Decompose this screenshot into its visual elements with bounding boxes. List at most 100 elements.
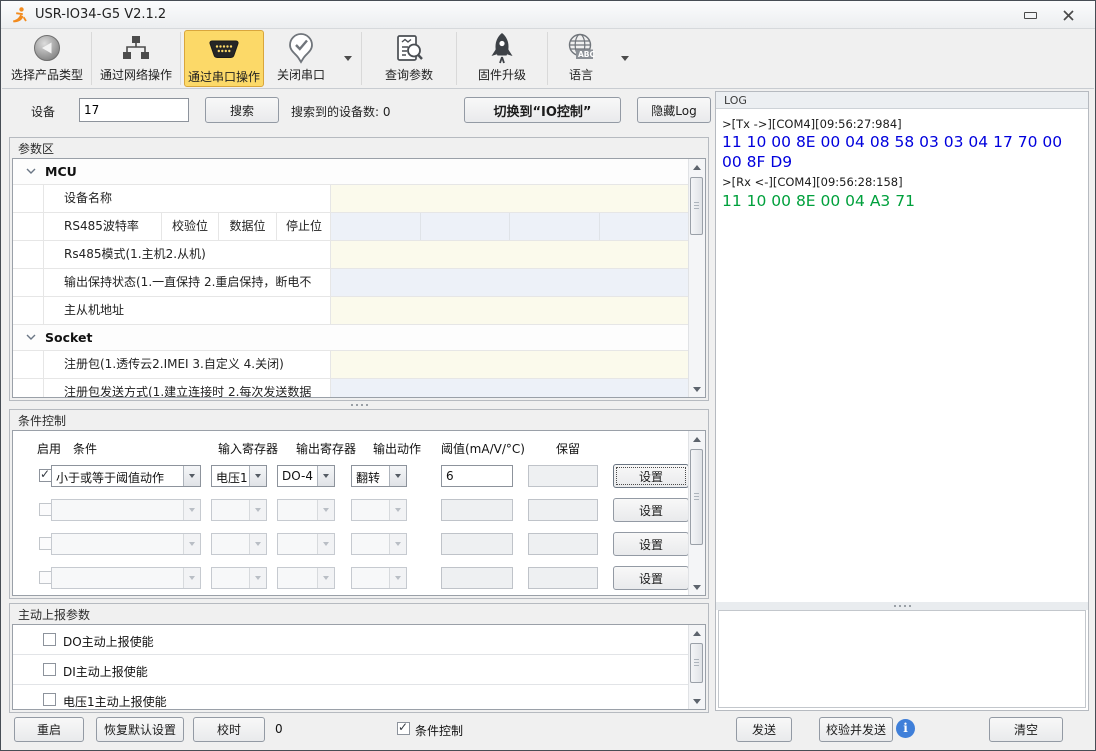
combo-value: 电压1 [216, 469, 248, 486]
condition-select[interactable] [51, 533, 201, 555]
back-icon [32, 32, 62, 64]
device-input[interactable] [79, 98, 189, 122]
threshold-input[interactable] [441, 533, 513, 555]
toolbar-button-query-params[interactable]: 查询参数 [363, 29, 455, 88]
condition-select[interactable] [51, 567, 201, 589]
output-action-select[interactable] [351, 533, 407, 555]
collapse-arrow-icon[interactable] [26, 334, 36, 341]
threshold-input[interactable] [441, 499, 513, 521]
param-value-cell[interactable] [331, 269, 688, 296]
toolbar-separator [456, 32, 457, 85]
set-button[interactable]: 设置 [613, 498, 689, 522]
toolbar-button-close-serial[interactable]: 关闭串口 [266, 29, 336, 88]
scrollbar-thumb[interactable] [690, 177, 703, 235]
chevron-down-icon[interactable] [344, 56, 352, 61]
param-value-cell[interactable] [331, 213, 420, 240]
param-value-cell[interactable] [331, 185, 688, 212]
close-button[interactable] [1055, 7, 1081, 23]
output-action-select[interactable]: 翻转 [351, 465, 407, 487]
threshold-input[interactable] [441, 567, 513, 589]
verify-send-button[interactable]: 校验并发送 [819, 717, 893, 742]
time-sync-button[interactable]: 校时 [193, 717, 265, 742]
restore-defaults-button[interactable]: 恢复默认设置 [96, 717, 184, 742]
toolbar-button-network-operate[interactable]: 通过网络操作 [93, 29, 179, 88]
param-row-values [330, 185, 688, 212]
param-value-cell[interactable] [331, 379, 688, 398]
toolbar-separator [180, 32, 181, 85]
horizontal-splitter[interactable] [9, 401, 709, 409]
switch-io-control-button[interactable]: 切换到“IO控制” [464, 97, 621, 123]
toolbar-button-firmware-upgrade[interactable]: 固件升级 [458, 29, 546, 88]
threshold-input[interactable]: 6 [441, 465, 513, 487]
param-section-header[interactable]: Socket [13, 325, 688, 351]
chevron-down-icon [389, 500, 406, 520]
condition-row: 设置 [13, 529, 688, 563]
chevron-down-icon[interactable] [621, 56, 629, 61]
param-section-header[interactable]: MCU [13, 159, 688, 185]
chevron-down-icon [317, 466, 334, 486]
param-value-cell[interactable] [509, 213, 599, 240]
condition-control-checkbox-label: 条件控制 [415, 722, 463, 739]
scroll-up-icon[interactable] [689, 625, 705, 641]
param-value-cell[interactable] [331, 351, 688, 378]
toolbar-button-language[interactable]: ABC 语言 [549, 29, 613, 88]
param-value-cell[interactable] [331, 241, 688, 268]
minimize-button[interactable] [1017, 7, 1043, 23]
firmware-rocket-icon [488, 32, 516, 64]
scroll-down-icon[interactable] [689, 381, 705, 397]
toolbar-button-serial-operate[interactable]: 通过串口操作 [184, 30, 264, 87]
set-button[interactable]: 设置 [613, 532, 689, 556]
report-checkbox[interactable] [43, 633, 56, 646]
param-value-cell[interactable] [331, 297, 688, 324]
param-scrollbar[interactable] [688, 159, 705, 397]
param-grid: MCU设备名称RS485波特率校验位数据位停止位Rs485模式(1.主机2.从机… [13, 159, 688, 397]
restart-button[interactable]: 重启 [14, 717, 84, 742]
output-register-select[interactable] [277, 567, 335, 589]
scroll-down-icon[interactable] [689, 693, 705, 709]
set-button[interactable]: 设置 [613, 566, 689, 590]
info-icon[interactable]: i [896, 719, 915, 738]
log-send-input[interactable] [718, 610, 1086, 708]
toolbar-button-select-product[interactable]: 选择产品类型 [4, 29, 90, 88]
output-action-select[interactable] [351, 567, 407, 589]
input-register-select[interactable] [211, 567, 267, 589]
scrollbar-thumb[interactable] [690, 449, 703, 545]
condition-control-checkbox[interactable] [397, 722, 410, 735]
report-checkbox[interactable] [43, 663, 56, 676]
scroll-up-icon[interactable] [689, 159, 705, 175]
param-row-values [330, 269, 688, 296]
log-splitter[interactable] [716, 602, 1088, 610]
report-checkbox[interactable] [43, 693, 56, 706]
chevron-down-icon [183, 568, 200, 588]
condition-select[interactable]: 小于或等于阈值动作 [51, 465, 201, 487]
input-register-select[interactable]: 电压1 [211, 465, 267, 487]
input-register-select[interactable] [211, 533, 267, 555]
input-register-select[interactable] [211, 499, 267, 521]
output-register-select[interactable] [277, 533, 335, 555]
output-register-select[interactable]: DO-4 [277, 465, 335, 487]
condition-scrollbar[interactable] [688, 431, 705, 595]
condition-select[interactable] [51, 499, 201, 521]
log-output[interactable]: >[Tx ->][COM4][09:56:27:984]11 10 00 8E … [716, 110, 1088, 602]
param-value-cell[interactable] [599, 213, 689, 240]
output-action-select[interactable] [351, 499, 407, 521]
clear-button[interactable]: 清空 [989, 717, 1063, 742]
set-button[interactable]: 设置 [613, 464, 689, 488]
collapse-arrow-icon[interactable] [26, 168, 36, 175]
report-scrollbar[interactable] [688, 625, 705, 709]
param-row-labels: 注册包(1.透传云2.IMEI 3.自定义 4.关闭) [43, 351, 330, 378]
scroll-up-icon[interactable] [689, 431, 705, 447]
param-value-cell[interactable] [420, 213, 510, 240]
chevron-down-icon [249, 500, 266, 520]
search-button[interactable]: 搜索 [205, 97, 279, 123]
report-row: 电压1主动上报使能 [13, 685, 688, 710]
send-button[interactable]: 发送 [736, 717, 792, 742]
reserved-field [528, 533, 598, 555]
scroll-down-icon[interactable] [689, 579, 705, 595]
param-area-group: 参数区 MCU设备名称RS485波特率校验位数据位停止位Rs485模式(1.主机… [9, 137, 709, 401]
hide-log-button[interactable]: 隐藏Log [637, 97, 711, 123]
param-row-values [330, 379, 688, 398]
scrollbar-thumb[interactable] [690, 643, 703, 683]
output-register-select[interactable] [277, 499, 335, 521]
param-row: 主从机地址 [13, 297, 688, 325]
